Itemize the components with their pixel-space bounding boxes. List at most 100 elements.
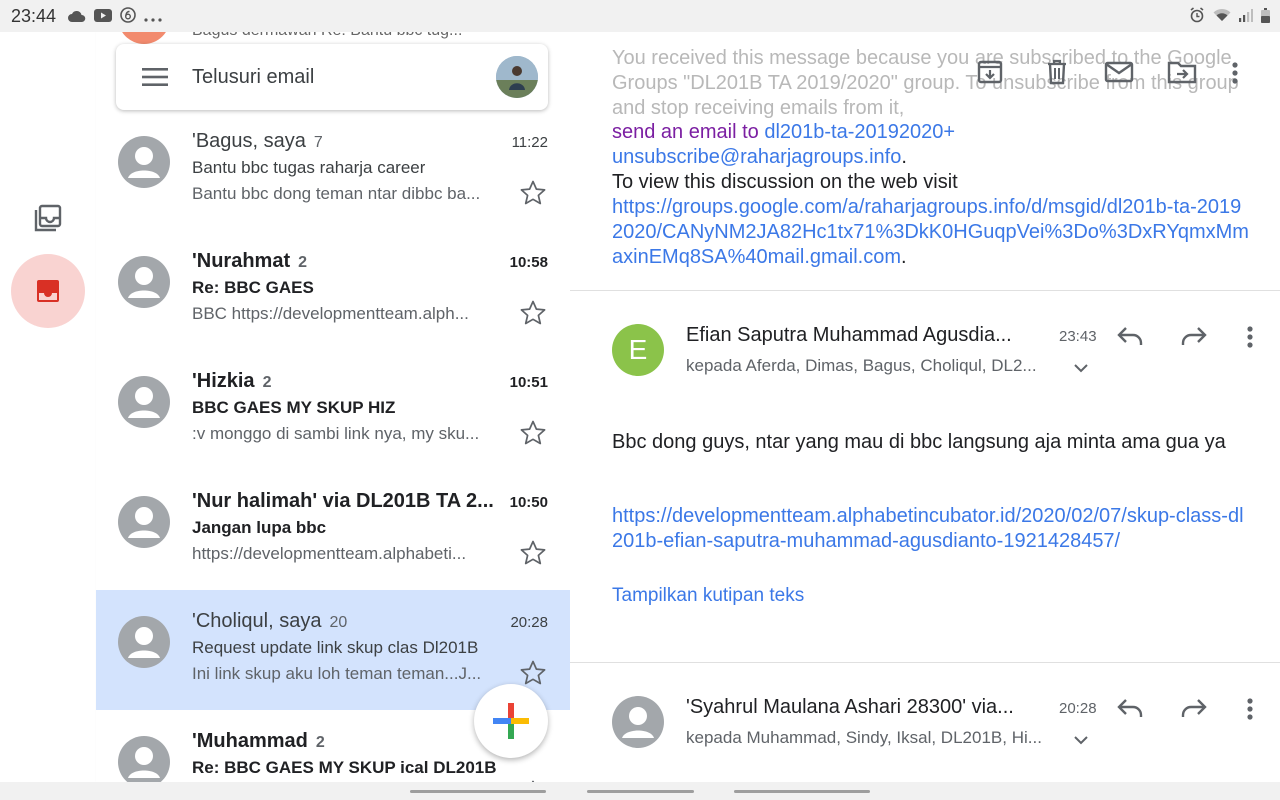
- message-recipients: kepada Muhammad, Sindy, Iksal, DL201B, H…: [686, 728, 1042, 747]
- compose-button[interactable]: [474, 684, 548, 758]
- avatar: [118, 136, 170, 188]
- email-subject: Bantu bbc tugas raharja career: [192, 158, 426, 177]
- view-discussion-text: To view this discussion on the web visit: [612, 171, 958, 193]
- avatar: [118, 496, 170, 548]
- all-inboxes-icon[interactable]: [34, 204, 62, 232]
- nav-pill[interactable]: [410, 790, 546, 793]
- message-toolbar: [570, 32, 1280, 118]
- message-link[interactable]: https://developmentteam.alphabetincubato…: [612, 504, 1252, 554]
- email-subject: Re: BBC GAES MY SKUP ical DL201B: [192, 758, 497, 777]
- email-list-panel: Bagus dermawan Re: Bantu bbc tug... Telu…: [96, 32, 570, 782]
- email-subject: Jangan lupa bbc: [192, 518, 327, 537]
- message-more-icon[interactable]: [1245, 324, 1275, 354]
- email-time: 20:28: [510, 614, 548, 631]
- thread-count: 2: [262, 374, 272, 391]
- email-time: 10:51: [509, 374, 548, 391]
- more-options-icon[interactable]: [1230, 58, 1262, 90]
- message-time: 23:43: [1059, 328, 1097, 345]
- email-list-item[interactable]: 'Bagus, saya 7 11:22 Bantu bbc tugas raharj…: [96, 110, 570, 230]
- footer-period: .: [901, 246, 907, 268]
- forward-icon[interactable]: [1180, 324, 1210, 354]
- avatar: [118, 376, 170, 428]
- thread-count: 20: [329, 614, 348, 631]
- email-snippet: Bantu bbc dong teman ntar dibbc ba...: [192, 184, 481, 203]
- email-snippet: :v monggo di sambi link nya, my sku...: [192, 424, 480, 443]
- peek-snippet: Bagus dermawan Re: Bantu bbc tug...: [192, 32, 462, 40]
- email-subject: Request update link skup clas Dl201B: [192, 638, 479, 657]
- email-sender: 'Nur halimah' via DL201B TA 2...: [192, 490, 494, 512]
- email-time: 10:58: [509, 254, 548, 271]
- navigation-rail: [0, 32, 96, 782]
- email-time: 10:50: [509, 494, 548, 511]
- footer-text: send an email to: [612, 121, 765, 143]
- avatar: [118, 616, 170, 668]
- email-time: 11:22: [511, 134, 548, 151]
- email-list-item[interactable]: 'Hizkia 2 10:51 BBC GAES MY SKUP HIZ:v mong…: [96, 350, 570, 470]
- message-time: 20:28: [1059, 700, 1097, 717]
- wifi-icon: [1213, 8, 1231, 25]
- message-header[interactable]: 'Syahrul Maulana Ashari 28300' via... 20…: [570, 696, 1280, 776]
- battery-icon: [1261, 7, 1270, 26]
- avatar: [118, 736, 170, 782]
- email-snippet: Ini link skup aku loh teman teman...J...: [192, 664, 482, 683]
- move-to-icon[interactable]: [1167, 58, 1199, 90]
- message-sender: 'Syahrul Maulana Ashari 28300' via...: [686, 696, 1014, 718]
- star-icon[interactable]: [520, 420, 546, 450]
- status-bar: 23:44: [0, 0, 1280, 32]
- message-body: Bbc dong guys, ntar yang mau di bbc lang…: [612, 431, 1226, 453]
- show-quoted-text-link[interactable]: Tampilkan kutipan teks: [612, 585, 804, 607]
- message-more-icon[interactable]: [1245, 696, 1275, 726]
- footer-period: .: [901, 146, 907, 168]
- star-icon[interactable]: [520, 180, 546, 210]
- nav-pill[interactable]: [587, 790, 694, 793]
- avatar: E: [612, 324, 664, 376]
- six-notification-icon: [120, 7, 136, 27]
- star-icon[interactable]: [520, 300, 546, 330]
- message-recipients: kepada Aferda, Dimas, Bagus, Choliqul, D…: [686, 356, 1037, 375]
- archive-icon[interactable]: [976, 58, 1008, 90]
- menu-icon[interactable]: [142, 67, 168, 92]
- email-list-item[interactable]: 'Nur halimah' via DL201B TA 2... 10:50 Jan…: [96, 470, 570, 590]
- delete-icon[interactable]: [1043, 58, 1075, 90]
- search-bar[interactable]: Telusuri email: [116, 44, 548, 110]
- email-sender: 'Choliqul, saya 20: [192, 610, 348, 632]
- inbox-nav-button[interactable]: [11, 254, 85, 328]
- thread-count: 2: [298, 254, 308, 271]
- star-icon[interactable]: [520, 540, 546, 570]
- email-list-item[interactable]: 'Nurahmat 2 10:58 Re: BBC GAES BBC https://d…: [96, 230, 570, 350]
- avatar: [118, 256, 170, 308]
- forward-icon[interactable]: [1180, 696, 1210, 726]
- profile-avatar[interactable]: [496, 56, 538, 98]
- chevron-down-icon[interactable]: [1074, 732, 1088, 750]
- email-sender: 'Hizkia 2: [192, 370, 272, 392]
- quoted-footer: send an email to dl201b-ta-20192020+ uns…: [612, 120, 1252, 270]
- message-sender: Efian Saputra Muhammad Agusdia...: [686, 324, 1012, 346]
- message-detail-pane: You received this message because you ar…: [570, 32, 1280, 782]
- divider: [570, 290, 1280, 291]
- reply-icon[interactable]: [1116, 696, 1146, 726]
- search-input[interactable]: Telusuri email: [192, 66, 314, 89]
- email-sender: 'Nurahmat 2: [192, 250, 308, 272]
- cloud-icon: [68, 9, 86, 26]
- avatar: [118, 32, 170, 44]
- email-snippet: https://developmentteam.alphabeti...: [192, 544, 467, 563]
- mark-unread-icon[interactable]: [1104, 58, 1136, 90]
- nav-pill[interactable]: [734, 790, 870, 793]
- email-subject: Re: BBC GAES: [192, 278, 314, 297]
- alarm-icon: [1189, 7, 1205, 26]
- inbox-icon: [37, 280, 59, 302]
- more-notifications-icon: [144, 9, 162, 26]
- message-header[interactable]: E Efian Saputra Muhammad Agusdia... 23:4…: [570, 324, 1280, 404]
- system-nav-bar: [0, 782, 1280, 800]
- thread-count: 7: [313, 134, 323, 151]
- email-sender: 'Muhammad 2: [192, 730, 325, 752]
- youtube-icon: [94, 8, 112, 26]
- plus-icon: [493, 703, 529, 739]
- reply-icon[interactable]: [1116, 324, 1146, 354]
- signal-icon: [1239, 8, 1253, 25]
- chevron-down-icon[interactable]: [1074, 360, 1088, 378]
- email-snippet: BBC https://developmentteam.alph...: [192, 304, 469, 323]
- avatar: [612, 696, 664, 748]
- thread-count: 2: [315, 734, 325, 751]
- discussion-link[interactable]: https://groups.google.com/a/raharjagroup…: [612, 196, 1249, 268]
